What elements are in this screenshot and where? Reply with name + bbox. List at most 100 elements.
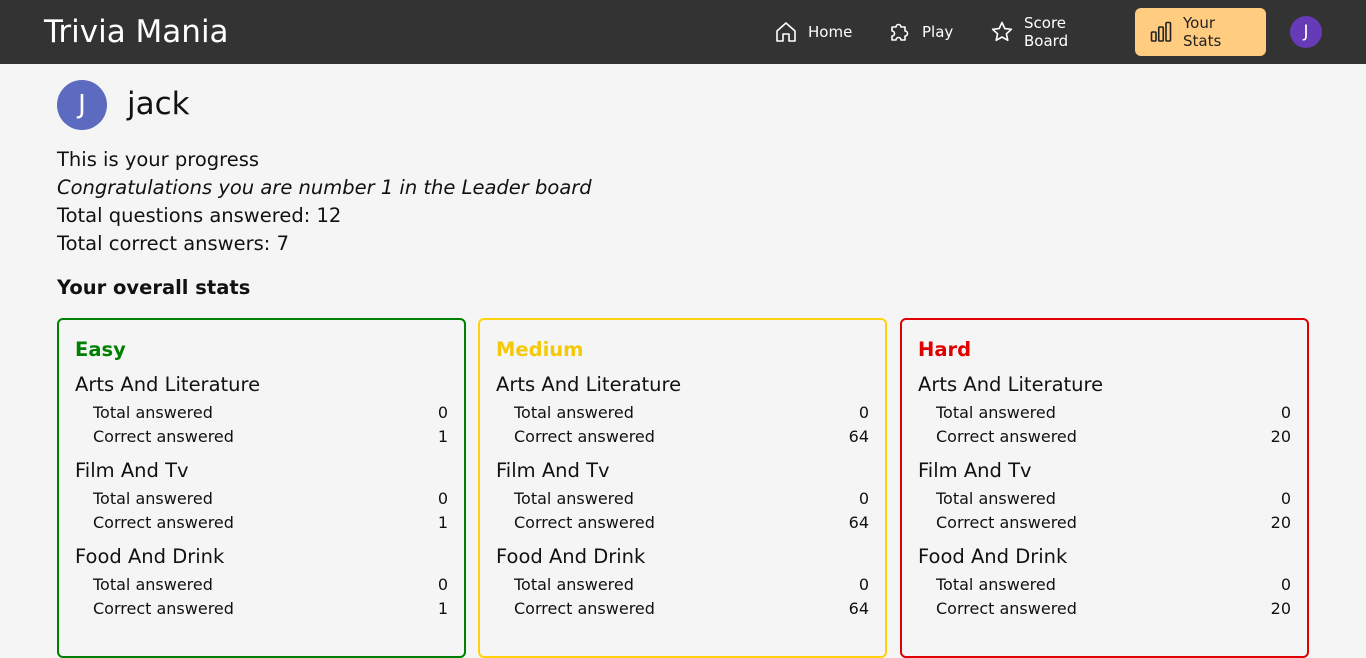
total-answered-row: Total answered 0 xyxy=(496,401,869,425)
total-answered-label: Total answered xyxy=(936,489,1056,508)
total-answered-label: Total answered xyxy=(93,489,213,508)
correct-answered-row: Correct answered 64 xyxy=(496,425,869,449)
puzzle-icon xyxy=(888,20,912,44)
correct-answered-label: Correct answered xyxy=(93,599,234,618)
correct-answered-label: Correct answered xyxy=(936,427,1077,446)
correct-answered-label: Correct answered xyxy=(514,427,655,446)
total-answered-label: Total answered xyxy=(93,403,213,422)
correct-answered-value: 20 xyxy=(1270,599,1291,618)
total-answered-value: 0 xyxy=(437,489,448,508)
correct-answered-label: Correct answered xyxy=(514,513,655,532)
category-block: Film And Tv Total answered 0 Correct answ… xyxy=(496,457,869,535)
total-answered-label: Total answered xyxy=(93,575,213,594)
total-answered-label: Total answered xyxy=(514,489,634,508)
category-block: Arts And Literature Total answered 0 Corr… xyxy=(496,371,869,449)
total-answered-row: Total answered 0 xyxy=(75,401,448,425)
progress-summary: This is your progress Congratulations yo… xyxy=(57,146,592,258)
category-block: Arts And Literature Total answered 0 Corr… xyxy=(918,371,1291,449)
category-block: Food And Drink Total answered 0 Correct a… xyxy=(75,543,448,621)
correct-answered-label: Correct answered xyxy=(936,513,1077,532)
correct-answered-value: 64 xyxy=(848,513,869,532)
account-avatar[interactable]: J xyxy=(1290,16,1322,48)
correct-answered-value: 64 xyxy=(848,427,869,446)
total-answered-value: 0 xyxy=(1280,403,1291,422)
correct-answered-value: 1 xyxy=(437,599,448,618)
category-block: Film And Tv Total answered 0 Correct answ… xyxy=(75,457,448,535)
total-answered-row: Total answered 0 xyxy=(918,573,1291,597)
correct-answered-label: Correct answered xyxy=(514,599,655,618)
correct-answered-row: Correct answered 1 xyxy=(75,425,448,449)
top-navbar: Trivia Mania Home Play Score Board Your … xyxy=(0,0,1366,64)
difficulty-title: Hard xyxy=(918,338,972,361)
category-name: Film And Tv xyxy=(75,459,189,482)
correct-answered-row: Correct answered 1 xyxy=(75,597,448,621)
category-name: Film And Tv xyxy=(918,459,1032,482)
category-name: Food And Drink xyxy=(75,545,225,568)
star-icon xyxy=(990,20,1014,44)
total-questions-answered: Total questions answered: 12 xyxy=(57,204,342,227)
total-answered-value: 0 xyxy=(858,403,869,422)
total-answered-value: 0 xyxy=(858,575,869,594)
category-block: Food And Drink Total answered 0 Correct a… xyxy=(918,543,1291,621)
correct-answered-row: Correct answered 20 xyxy=(918,425,1291,449)
total-answered-row: Total answered 0 xyxy=(918,401,1291,425)
nav-play-label: Play xyxy=(922,23,954,41)
total-answered-row: Total answered 0 xyxy=(75,573,448,597)
total-answered-label: Total answered xyxy=(514,403,634,422)
correct-answered-row: Correct answered 20 xyxy=(918,597,1291,621)
correct-answered-label: Correct answered xyxy=(936,599,1077,618)
total-correct-answers: Total correct answers: 7 xyxy=(57,232,289,255)
app-title[interactable]: Trivia Mania xyxy=(44,12,229,52)
overall-stats-heading: Your overall stats xyxy=(57,276,251,299)
difficulty-panel-medium: Medium Arts And Literature Total answere… xyxy=(478,318,887,658)
leaderboard-congrats: Congratulations you are number 1 in the … xyxy=(57,176,592,199)
total-answered-row: Total answered 0 xyxy=(496,573,869,597)
correct-answered-row: Correct answered 20 xyxy=(918,511,1291,535)
category-name: Arts And Literature xyxy=(496,373,682,396)
progress-intro: This is your progress xyxy=(57,148,260,171)
total-answered-value: 0 xyxy=(437,575,448,594)
total-answered-value: 0 xyxy=(437,403,448,422)
correct-answered-value: 64 xyxy=(848,599,869,618)
category-name: Arts And Literature xyxy=(918,373,1104,396)
category-name: Arts And Literature xyxy=(75,373,261,396)
username: jack xyxy=(127,86,190,122)
correct-answered-value: 1 xyxy=(437,427,448,446)
bar-chart-icon xyxy=(1149,20,1173,44)
difficulty-title: Medium xyxy=(496,338,584,361)
nav-scoreboard-label: Score Board xyxy=(1024,14,1069,50)
nav-play-button[interactable]: Play xyxy=(874,8,963,56)
total-answered-label: Total answered xyxy=(936,403,1056,422)
difficulty-panel-hard: Hard Arts And Literature Total answered 0… xyxy=(900,318,1309,658)
total-answered-row: Total answered 0 xyxy=(496,487,869,511)
correct-answered-row: Correct answered 1 xyxy=(75,511,448,535)
category-block: Arts And Literature Total answered 0 Corr… xyxy=(75,371,448,449)
nav-stats-label: Your Stats xyxy=(1183,14,1222,50)
difficulty-title: Easy xyxy=(75,338,126,361)
user-avatar: J xyxy=(57,80,107,130)
total-answered-value: 0 xyxy=(858,489,869,508)
nav-home-button[interactable]: Home xyxy=(760,8,861,56)
category-name: Film And Tv xyxy=(496,459,610,482)
nav-scoreboard-button[interactable]: Score Board xyxy=(976,8,1121,56)
total-answered-row: Total answered 0 xyxy=(75,487,448,511)
category-block: Film And Tv Total answered 0 Correct answ… xyxy=(918,457,1291,535)
category-block: Food And Drink Total answered 0 Correct a… xyxy=(496,543,869,621)
correct-answered-label: Correct answered xyxy=(93,513,234,532)
total-answered-label: Total answered xyxy=(936,575,1056,594)
total-answered-value: 0 xyxy=(1280,489,1291,508)
correct-answered-value: 1 xyxy=(437,513,448,532)
correct-answered-value: 20 xyxy=(1270,513,1291,532)
total-answered-label: Total answered xyxy=(514,575,634,594)
correct-answered-row: Correct answered 64 xyxy=(496,511,869,535)
total-answered-value: 0 xyxy=(1280,575,1291,594)
difficulty-panel-easy: Easy Arts And Literature Total answered 0… xyxy=(57,318,466,658)
nav-stats-button[interactable]: Your Stats xyxy=(1135,8,1266,56)
correct-answered-value: 20 xyxy=(1270,427,1291,446)
home-icon xyxy=(774,20,798,44)
category-name: Food And Drink xyxy=(918,545,1068,568)
category-name: Food And Drink xyxy=(496,545,646,568)
nav-home-label: Home xyxy=(808,23,853,41)
total-answered-row: Total answered 0 xyxy=(918,487,1291,511)
correct-answered-row: Correct answered 64 xyxy=(496,597,869,621)
